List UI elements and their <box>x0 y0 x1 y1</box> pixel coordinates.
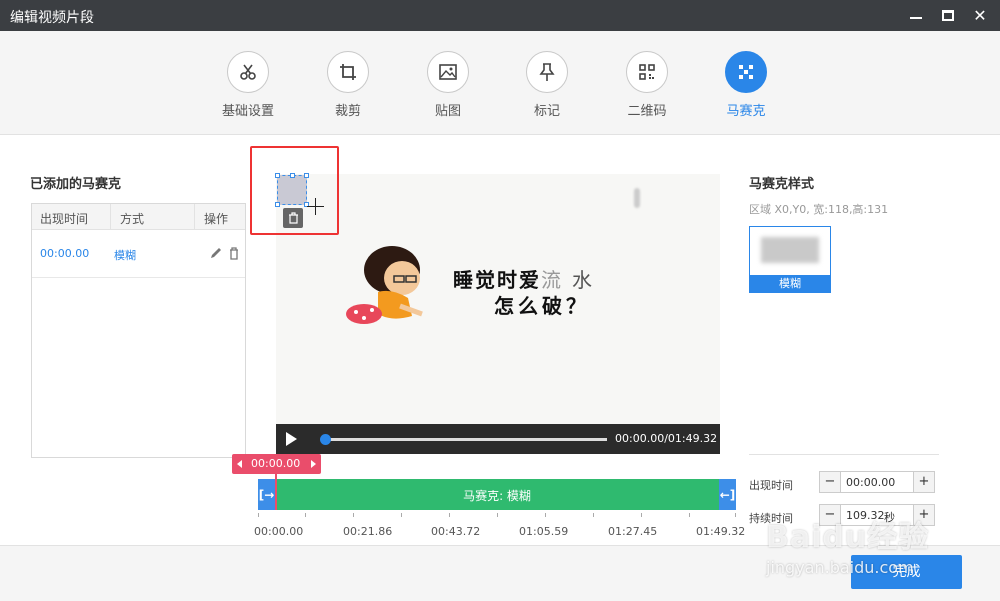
region-info: 区域 X0,Y0, 宽:118,高:131 <box>749 203 889 216</box>
blur-style-option[interactable]: 模糊 <box>749 226 831 293</box>
tab-basic-settings[interactable]: 基础设置 <box>213 51 283 119</box>
blur-preview <box>761 237 819 263</box>
tab-label: 基础设置 <box>221 104 274 119</box>
maximize-icon <box>942 9 954 21</box>
mosaic-style-title: 马赛克样式 <box>749 177 815 192</box>
watermark-url: jingyan.baidu.com <box>766 558 914 577</box>
tool-tabs: 基础设置 裁剪 贴图 标记 二维码 马赛克 <box>0 31 1000 135</box>
bracket-right-icon: ←] <box>719 487 736 502</box>
window-title: 编辑视频片段 <box>10 10 94 26</box>
tick-label: 01:49.32 <box>696 525 746 538</box>
delete-icon[interactable] <box>227 246 241 260</box>
scissors-icon <box>240 64 256 80</box>
column-header: 操作 <box>204 212 229 226</box>
list-header: 出现时间 方式 操作 <box>32 204 245 230</box>
video-caption-line2: 怎么破？ <box>494 294 590 318</box>
close-icon: ✕ <box>973 5 987 25</box>
tab-label: 贴图 <box>434 104 461 119</box>
style-label: 模糊 <box>750 275 830 292</box>
cartoon-girl-image <box>346 246 423 324</box>
increment-button[interactable]: + <box>913 472 934 492</box>
player-controls: 00:00.00/01:49.32 <box>276 424 720 454</box>
mosaic-icon <box>739 65 753 79</box>
mosaic-clip-track[interactable]: [→ 马赛克: 模糊 ←] <box>258 479 736 510</box>
watermark-logo: Baidu经验 <box>766 520 930 555</box>
playhead-time-flag[interactable]: 00:00.00 <box>232 454 321 474</box>
tab-crop[interactable]: 裁剪 <box>313 51 383 119</box>
tab-label: 二维码 <box>627 104 667 119</box>
start-time-value[interactable]: 00:00.00 <box>846 476 895 489</box>
crop-icon <box>340 64 356 80</box>
tab-sticker[interactable]: 贴图 <box>413 51 483 119</box>
qrcode-icon <box>639 64 655 80</box>
item-mode: 模糊 <box>114 249 136 262</box>
minimize-icon <box>910 17 922 19</box>
decrement-button[interactable]: − <box>820 472 841 492</box>
tab-label: 标记 <box>533 104 560 119</box>
blur-spot <box>634 188 640 208</box>
title-bar: 编辑视频片段 ✕ <box>0 0 1000 31</box>
maximize-button[interactable] <box>936 4 960 26</box>
tick-label: 00:00.00 <box>254 525 304 538</box>
clip-label: 马赛克: 模糊 <box>463 489 531 503</box>
column-header: 方式 <box>120 212 145 226</box>
start-time-label: 出现时间 <box>749 479 793 492</box>
added-mosaic-title: 已添加的马赛克 <box>30 177 122 192</box>
highlight-annotation-box <box>250 146 339 235</box>
progress-knob[interactable] <box>320 434 331 445</box>
tick-label: 00:21.86 <box>343 525 393 538</box>
tab-mark[interactable]: 标记 <box>512 51 582 119</box>
tick-label: 01:05.59 <box>519 525 569 538</box>
playhead-line[interactable] <box>275 474 277 510</box>
pin-icon <box>539 63 555 81</box>
list-item[interactable]: 00:00.00 模糊 <box>32 230 245 278</box>
divider <box>749 454 939 455</box>
minimize-button[interactable] <box>904 4 928 26</box>
step-back-icon[interactable] <box>237 460 242 468</box>
edit-icon[interactable] <box>209 246 223 260</box>
start-time-stepper[interactable]: − 00:00.00 + <box>819 471 935 493</box>
timeline-ticks <box>258 513 736 518</box>
tab-label: 马赛克 <box>726 104 766 119</box>
clip-end-handle[interactable]: ←] <box>719 479 736 510</box>
close-button[interactable]: ✕ <box>968 4 992 26</box>
tab-label: 裁剪 <box>334 104 361 119</box>
time-display: 00:00.00/01:49.32 <box>615 432 718 445</box>
item-time: 00:00.00 <box>40 247 90 260</box>
video-caption-line1: 睡觉时爱流 水 <box>453 264 594 293</box>
playhead-time: 00:00.00 <box>251 457 301 470</box>
caption-tail: 水 <box>571 268 594 292</box>
caption-text: 睡觉时爱 <box>453 268 541 292</box>
tab-qrcode[interactable]: 二维码 <box>612 51 682 119</box>
tab-mosaic[interactable]: 马赛克 <box>711 51 781 119</box>
progress-track[interactable] <box>324 438 607 441</box>
mosaic-list: 出现时间 方式 操作 00:00.00 模糊 <box>31 203 246 458</box>
play-icon[interactable] <box>286 432 297 446</box>
tick-label: 01:27.45 <box>608 525 658 538</box>
step-forward-icon[interactable] <box>311 460 316 468</box>
image-icon <box>439 64 457 80</box>
column-header: 出现时间 <box>40 212 89 226</box>
caption-gray-text: 流 <box>541 268 563 292</box>
tick-label: 00:43.72 <box>431 525 481 538</box>
video-preview[interactable]: 睡觉时爱流 水 怎么破？ <box>276 174 720 424</box>
